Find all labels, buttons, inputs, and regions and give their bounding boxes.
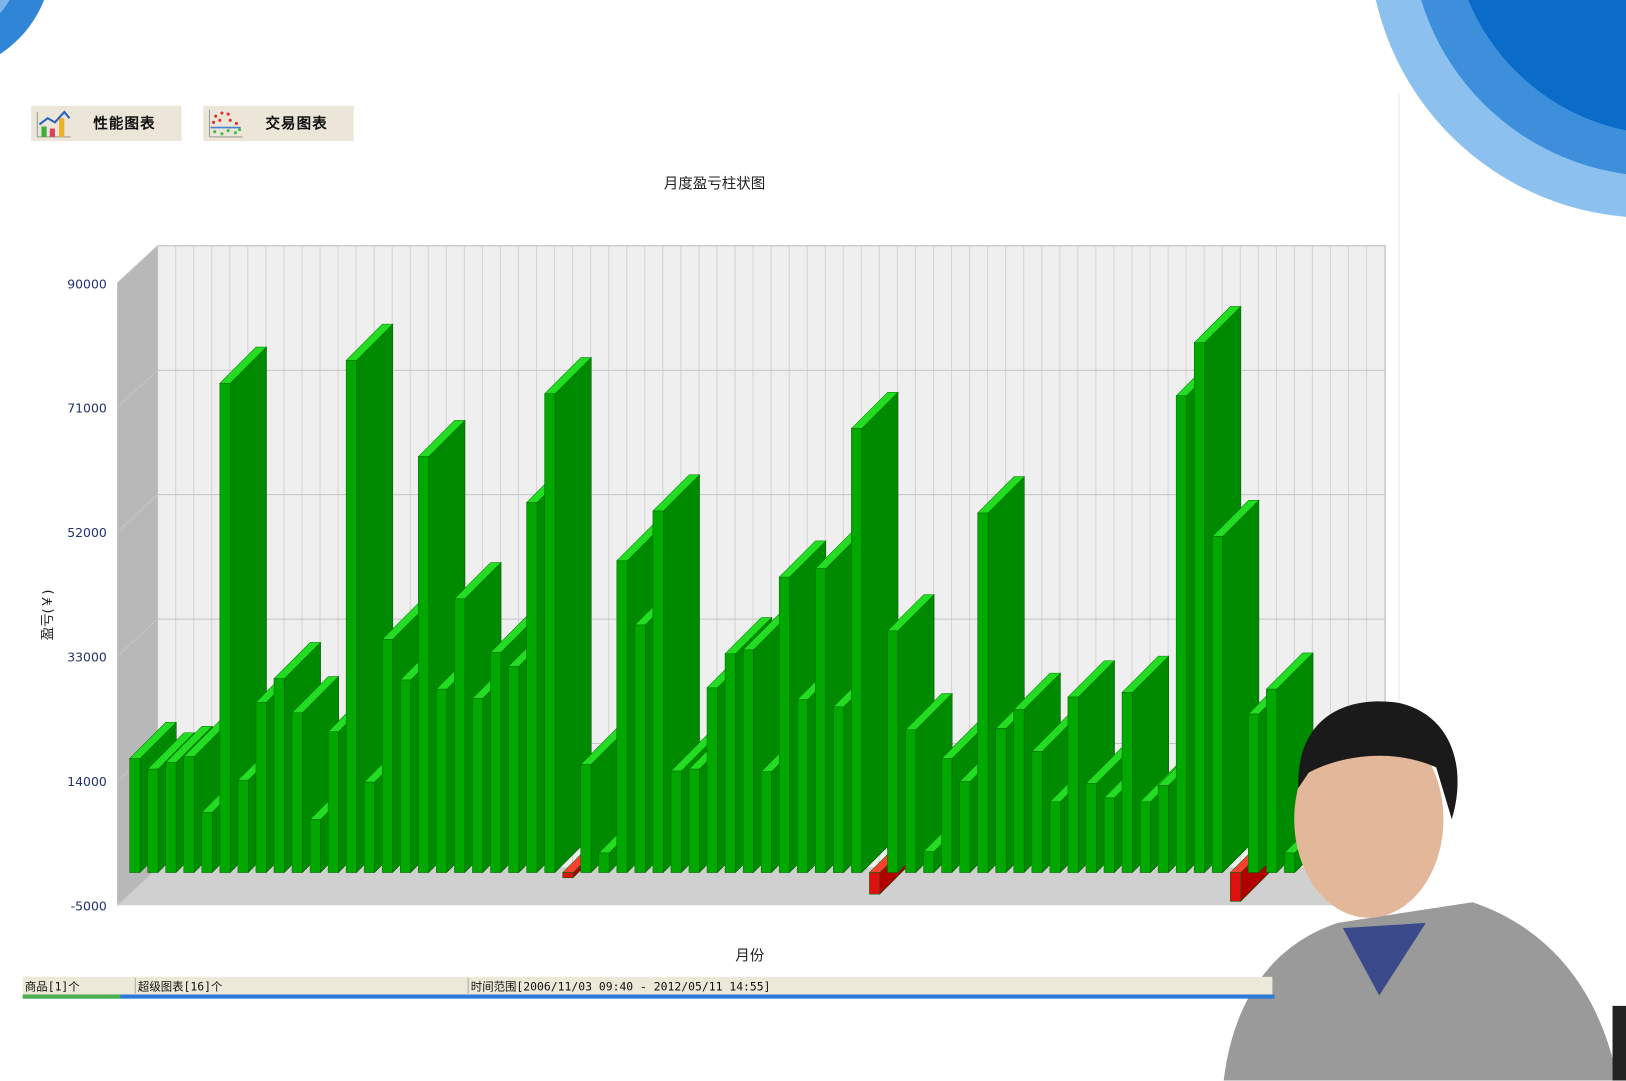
status-time-range: 时间范围[2006/11/03 09:40 - 2012/05/11 14:55… (467, 977, 775, 994)
presenter-video-overlay (1223, 701, 1626, 1081)
status-progress-segment (22, 994, 121, 999)
chair (1612, 1005, 1626, 1081)
status-super-charts: 超级图表[16]个 (134, 977, 468, 994)
status-goods: 商品[1]个 (24, 979, 80, 994)
status-bar: 商品[1]个 超级图表[16]个 时间范围[2006/11/03 09:40 -… (22, 976, 1275, 999)
screen: 性能图表 交易图表 月度盈亏柱状图 月份 盈亏(￥) 90000 71000 520… (0, 0, 1626, 1081)
status-progress (22, 994, 1275, 999)
